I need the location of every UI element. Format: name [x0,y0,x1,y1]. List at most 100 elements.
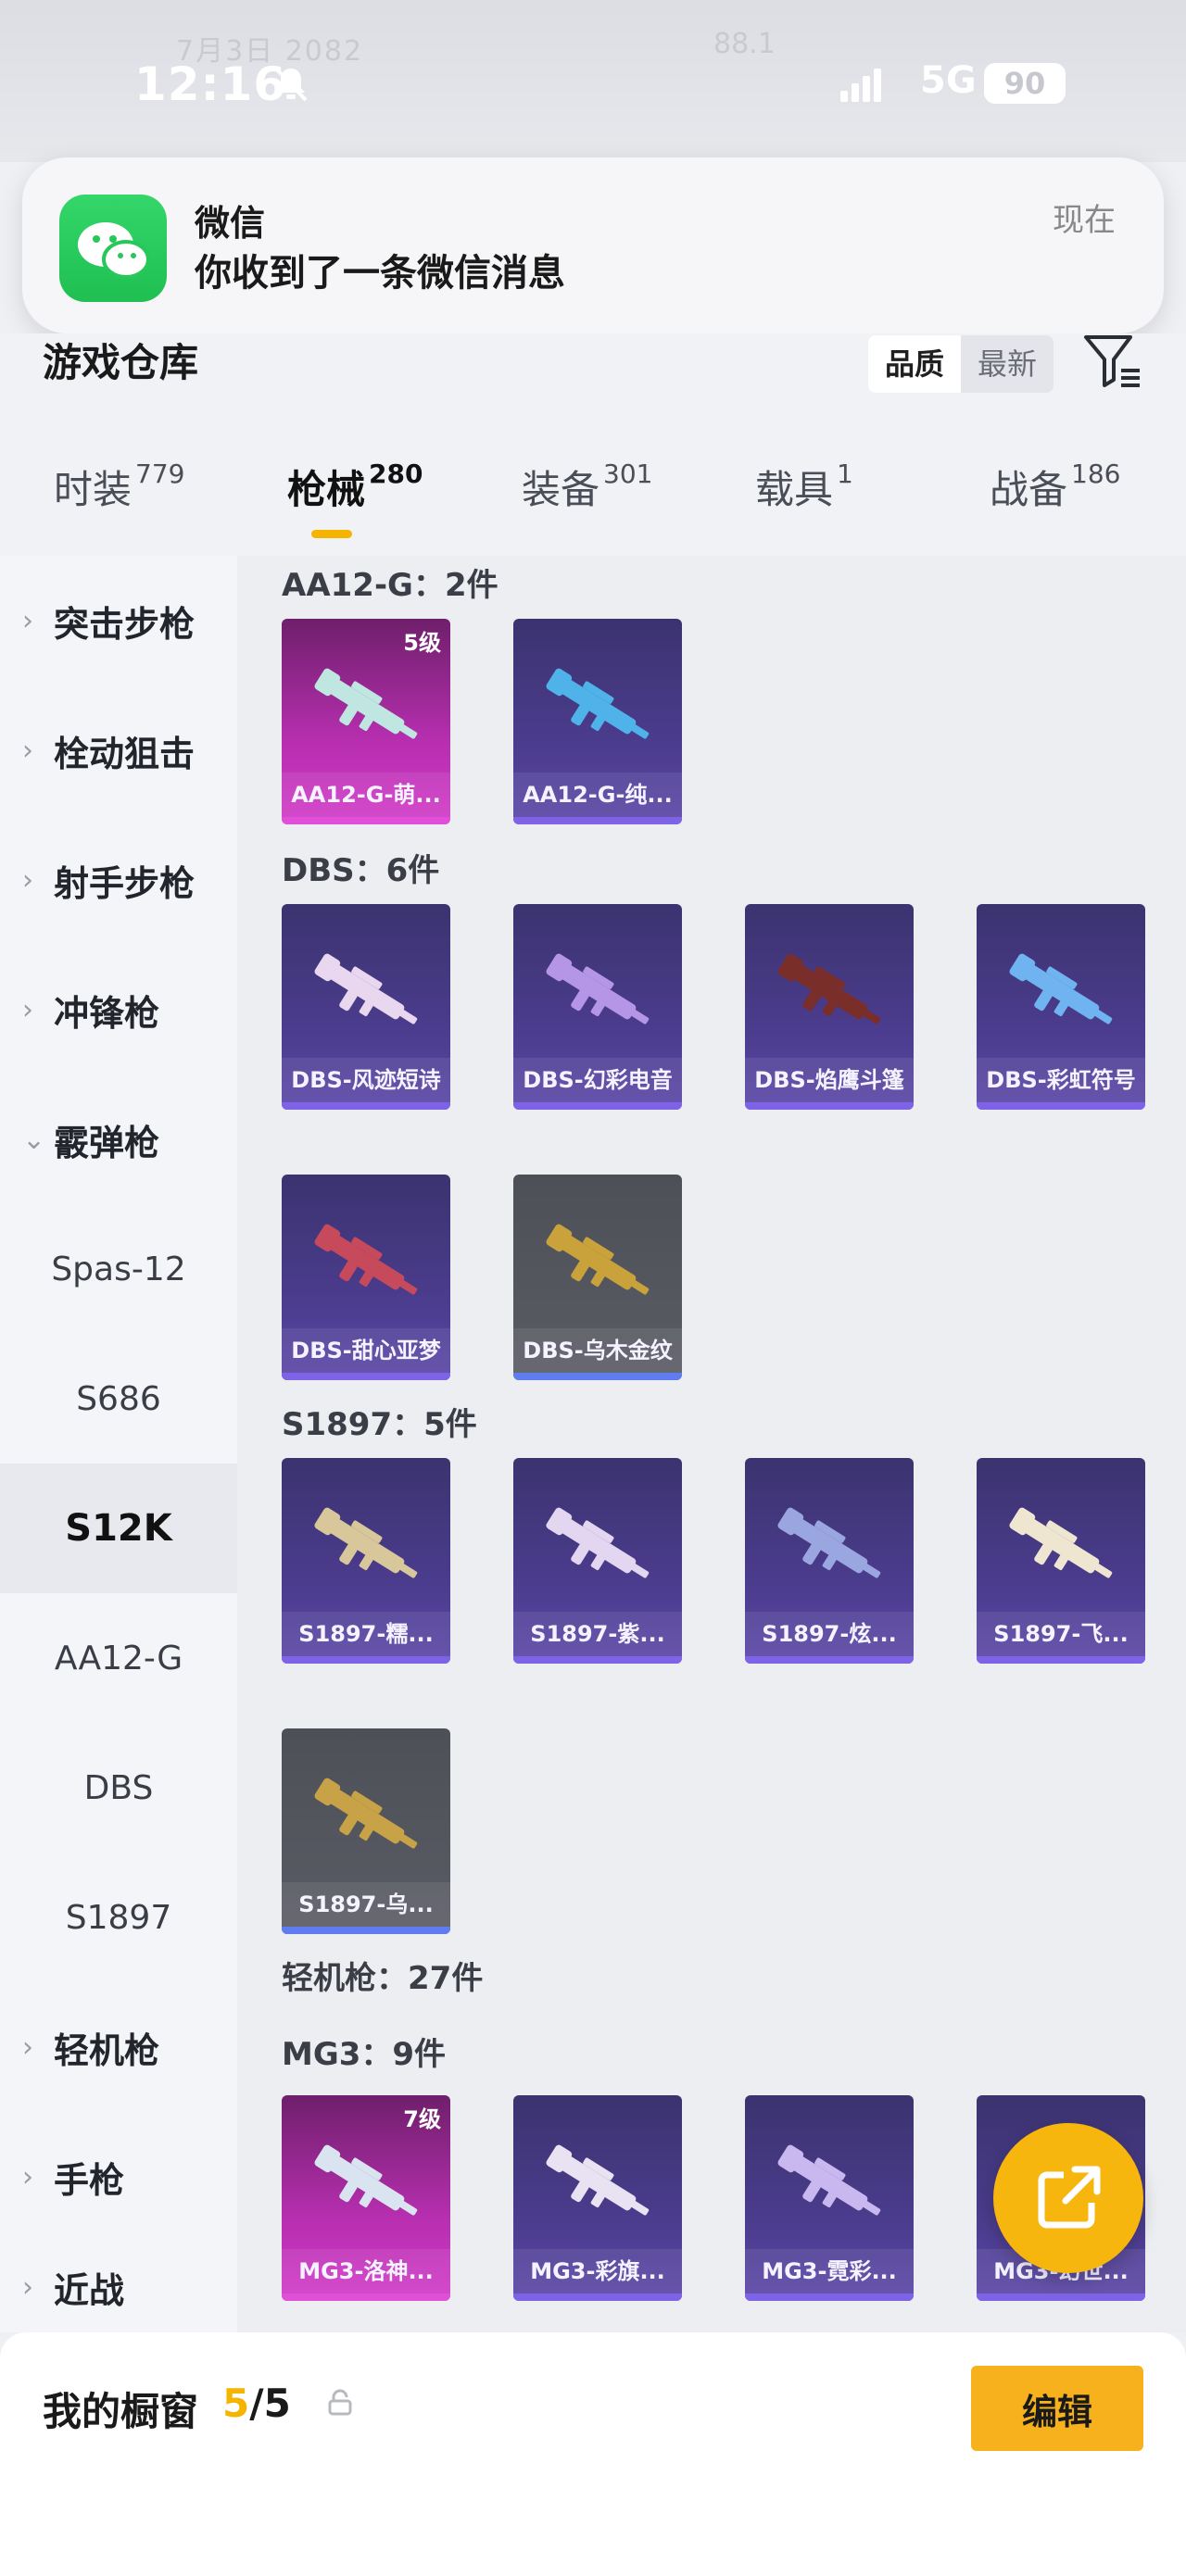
sidebar-item-shotgun[interactable]: ⌄ 霰弹枪 [0,1074,237,1204]
tab-vehicles[interactable]: 载具 1 [755,459,853,533]
showcase-label: 我的橱窗 [43,2389,199,2434]
skin-name: DBS-乌木金纹 [513,1328,682,1373]
sidebar-item-s686[interactable]: S686 [0,1334,237,1464]
chevron-right-icon: › [22,863,33,897]
weapon-skin-card[interactable]: S1897-紫... [513,1458,682,1664]
weapon-skin-card[interactable]: MG3-霓彩... [745,2095,914,2301]
chevron-right-icon: › [22,2160,33,2193]
tab-fashion[interactable]: 时装 779 [54,459,184,533]
edit-showcase-button[interactable]: 编辑 [971,2366,1143,2451]
sort-by-newest-button[interactable]: 最新 [961,335,1054,393]
weapon-skin-card[interactable]: 7级 MG3-洛神... [282,2095,450,2301]
filter-icon[interactable] [1080,328,1145,398]
muted-bell-icon [271,63,311,107]
notification-message: 你收到了一条微信消息 [195,252,565,295]
weapon-image [304,654,428,769]
weapon-skin-card[interactable]: DBS-幻彩电音 [513,904,682,1110]
signal-icon [839,67,885,107]
active-tab-indicator [311,530,352,538]
faded-status-text-right: 88.1 [713,28,776,60]
battery-icon: 90 [984,63,1066,104]
sidebar-item-melee[interactable]: › 近战 [0,2242,237,2332]
tab-firearms[interactable]: 枪械 280 [287,459,423,533]
wechat-icon [59,195,167,302]
sidebar-item-s1897[interactable]: S1897 [0,1853,237,1982]
weapon-image [999,1493,1123,1608]
group-label-dbs: DBS：6件 [282,852,440,889]
sidebar-item-aa12g[interactable]: AA12-G [0,1593,237,1723]
skin-name: AA12-G-萌... [282,773,450,817]
group-label-lmg: 轻机枪：27件 [282,1960,484,1997]
weapon-skin-card[interactable]: S1897-飞... [977,1458,1145,1664]
weapon-skin-card[interactable]: DBS-彩虹符号 [977,904,1145,1110]
weapon-skin-card[interactable]: MG3-彩旗... [513,2095,682,2301]
skin-name: S1897-紫... [513,1612,682,1656]
sidebar-item-marksman-rifle[interactable]: › 射手步枪 [0,815,237,945]
chevron-right-icon: › [22,604,33,637]
skin-name: MG3-彩旗... [513,2249,682,2293]
notification-time: 现在 [1053,202,1116,239]
skin-level-badge: 5级 [403,630,441,656]
sidebar-item-s12k[interactable]: S12K [0,1464,237,1593]
chevron-right-icon: › [22,993,33,1026]
sidebar-item-lmg[interactable]: › 轻机枪 [0,1982,237,2112]
weapon-skin-grid: AA12-G：2件 DBS：6件 S1897：5件 轻机枪：27件 MG3：9件… [237,556,1186,2332]
showcase-bar: 我的橱窗 5/5 编辑 [0,2332,1186,2576]
group-label-s1897: S1897：5件 [282,1406,477,1443]
skin-name: DBS-幻彩电音 [513,1058,682,1102]
weapon-image [304,1764,428,1879]
sidebar-item-assault-rifle[interactable]: › 突击步枪 [0,556,237,685]
weapon-skin-card[interactable]: S1897-乌... [282,1728,450,1934]
skin-name: DBS-焰鹰斗篷 [745,1058,914,1102]
weapon-image [304,939,428,1054]
sidebar-item-dbs[interactable]: DBS [0,1723,237,1853]
weapon-skin-card[interactable]: DBS-风迹短诗 [282,904,450,1110]
sidebar-item-pistol[interactable]: › 手枪 [0,2112,237,2242]
tab-equipment[interactable]: 装备 301 [522,459,652,533]
weapon-image [304,2130,428,2245]
rarity-bar [513,1102,682,1110]
showcase-count: 5/5 [222,2381,291,2426]
wechat-notification[interactable]: 微信 你收到了一条微信消息 现在 [22,157,1164,333]
rarity-bar [513,1373,682,1380]
tab-supplies[interactable]: 战备 186 [990,459,1120,533]
chevron-right-icon: › [22,2270,33,2304]
chevron-down-icon: ⌄ [22,1123,46,1156]
rarity-bar [977,1102,1145,1110]
clock: 12:16 [134,57,287,111]
rarity-bar [745,1656,914,1664]
skin-name: MG3-洛神... [282,2249,450,2293]
weapon-skin-card[interactable]: S1897-炫... [745,1458,914,1664]
sort-toggle: 品质 最新 [868,335,1054,393]
rarity-bar [282,1656,450,1664]
status-bar: 7月3日 2082 88.1 12:16 5G 90 [0,0,1186,162]
sidebar-item-spas12[interactable]: Spas-12 [0,1204,237,1334]
rarity-bar [745,1102,914,1110]
sidebar-item-smg[interactable]: › 冲锋枪 [0,945,237,1074]
sidebar-item-bolt-sniper[interactable]: › 栓动狙击 [0,685,237,815]
group-label-mg3: MG3：9件 [282,2036,447,2073]
weapon-skin-card[interactable]: AA12-G-纯... [513,619,682,824]
rarity-bar [513,2293,682,2301]
rarity-bar [282,1373,450,1380]
weapon-image [999,939,1123,1054]
sort-by-quality-button[interactable]: 品质 [868,335,962,393]
chevron-right-icon: › [22,734,33,767]
page-title: 游戏仓库 [43,340,199,385]
rarity-bar [513,817,682,824]
weapon-skin-card[interactable]: DBS-焰鹰斗篷 [745,904,914,1110]
share-fab-button[interactable] [993,2123,1143,2273]
weapon-skin-card[interactable]: 5级 AA12-G-萌... [282,619,450,824]
skin-name: DBS-风迹短诗 [282,1058,450,1102]
weapon-image [304,1493,428,1608]
weapon-skin-card[interactable]: DBS-甜心亚梦 [282,1175,450,1380]
skin-name: DBS-甜心亚梦 [282,1328,450,1373]
skin-level-badge: 7级 [403,2106,441,2132]
weapon-skin-card[interactable]: S1897-糯... [282,1458,450,1664]
weapon-skin-card[interactable]: DBS-乌木金纹 [513,1175,682,1380]
weapon-image [767,939,891,1054]
skin-name: S1897-乌... [282,1882,450,1927]
category-tabs: 时装 779 枪械 280 装备 301 载具 1 战备 186 [0,459,1186,533]
notification-app-name: 微信 [195,203,266,244]
weapon-image [767,2130,891,2245]
